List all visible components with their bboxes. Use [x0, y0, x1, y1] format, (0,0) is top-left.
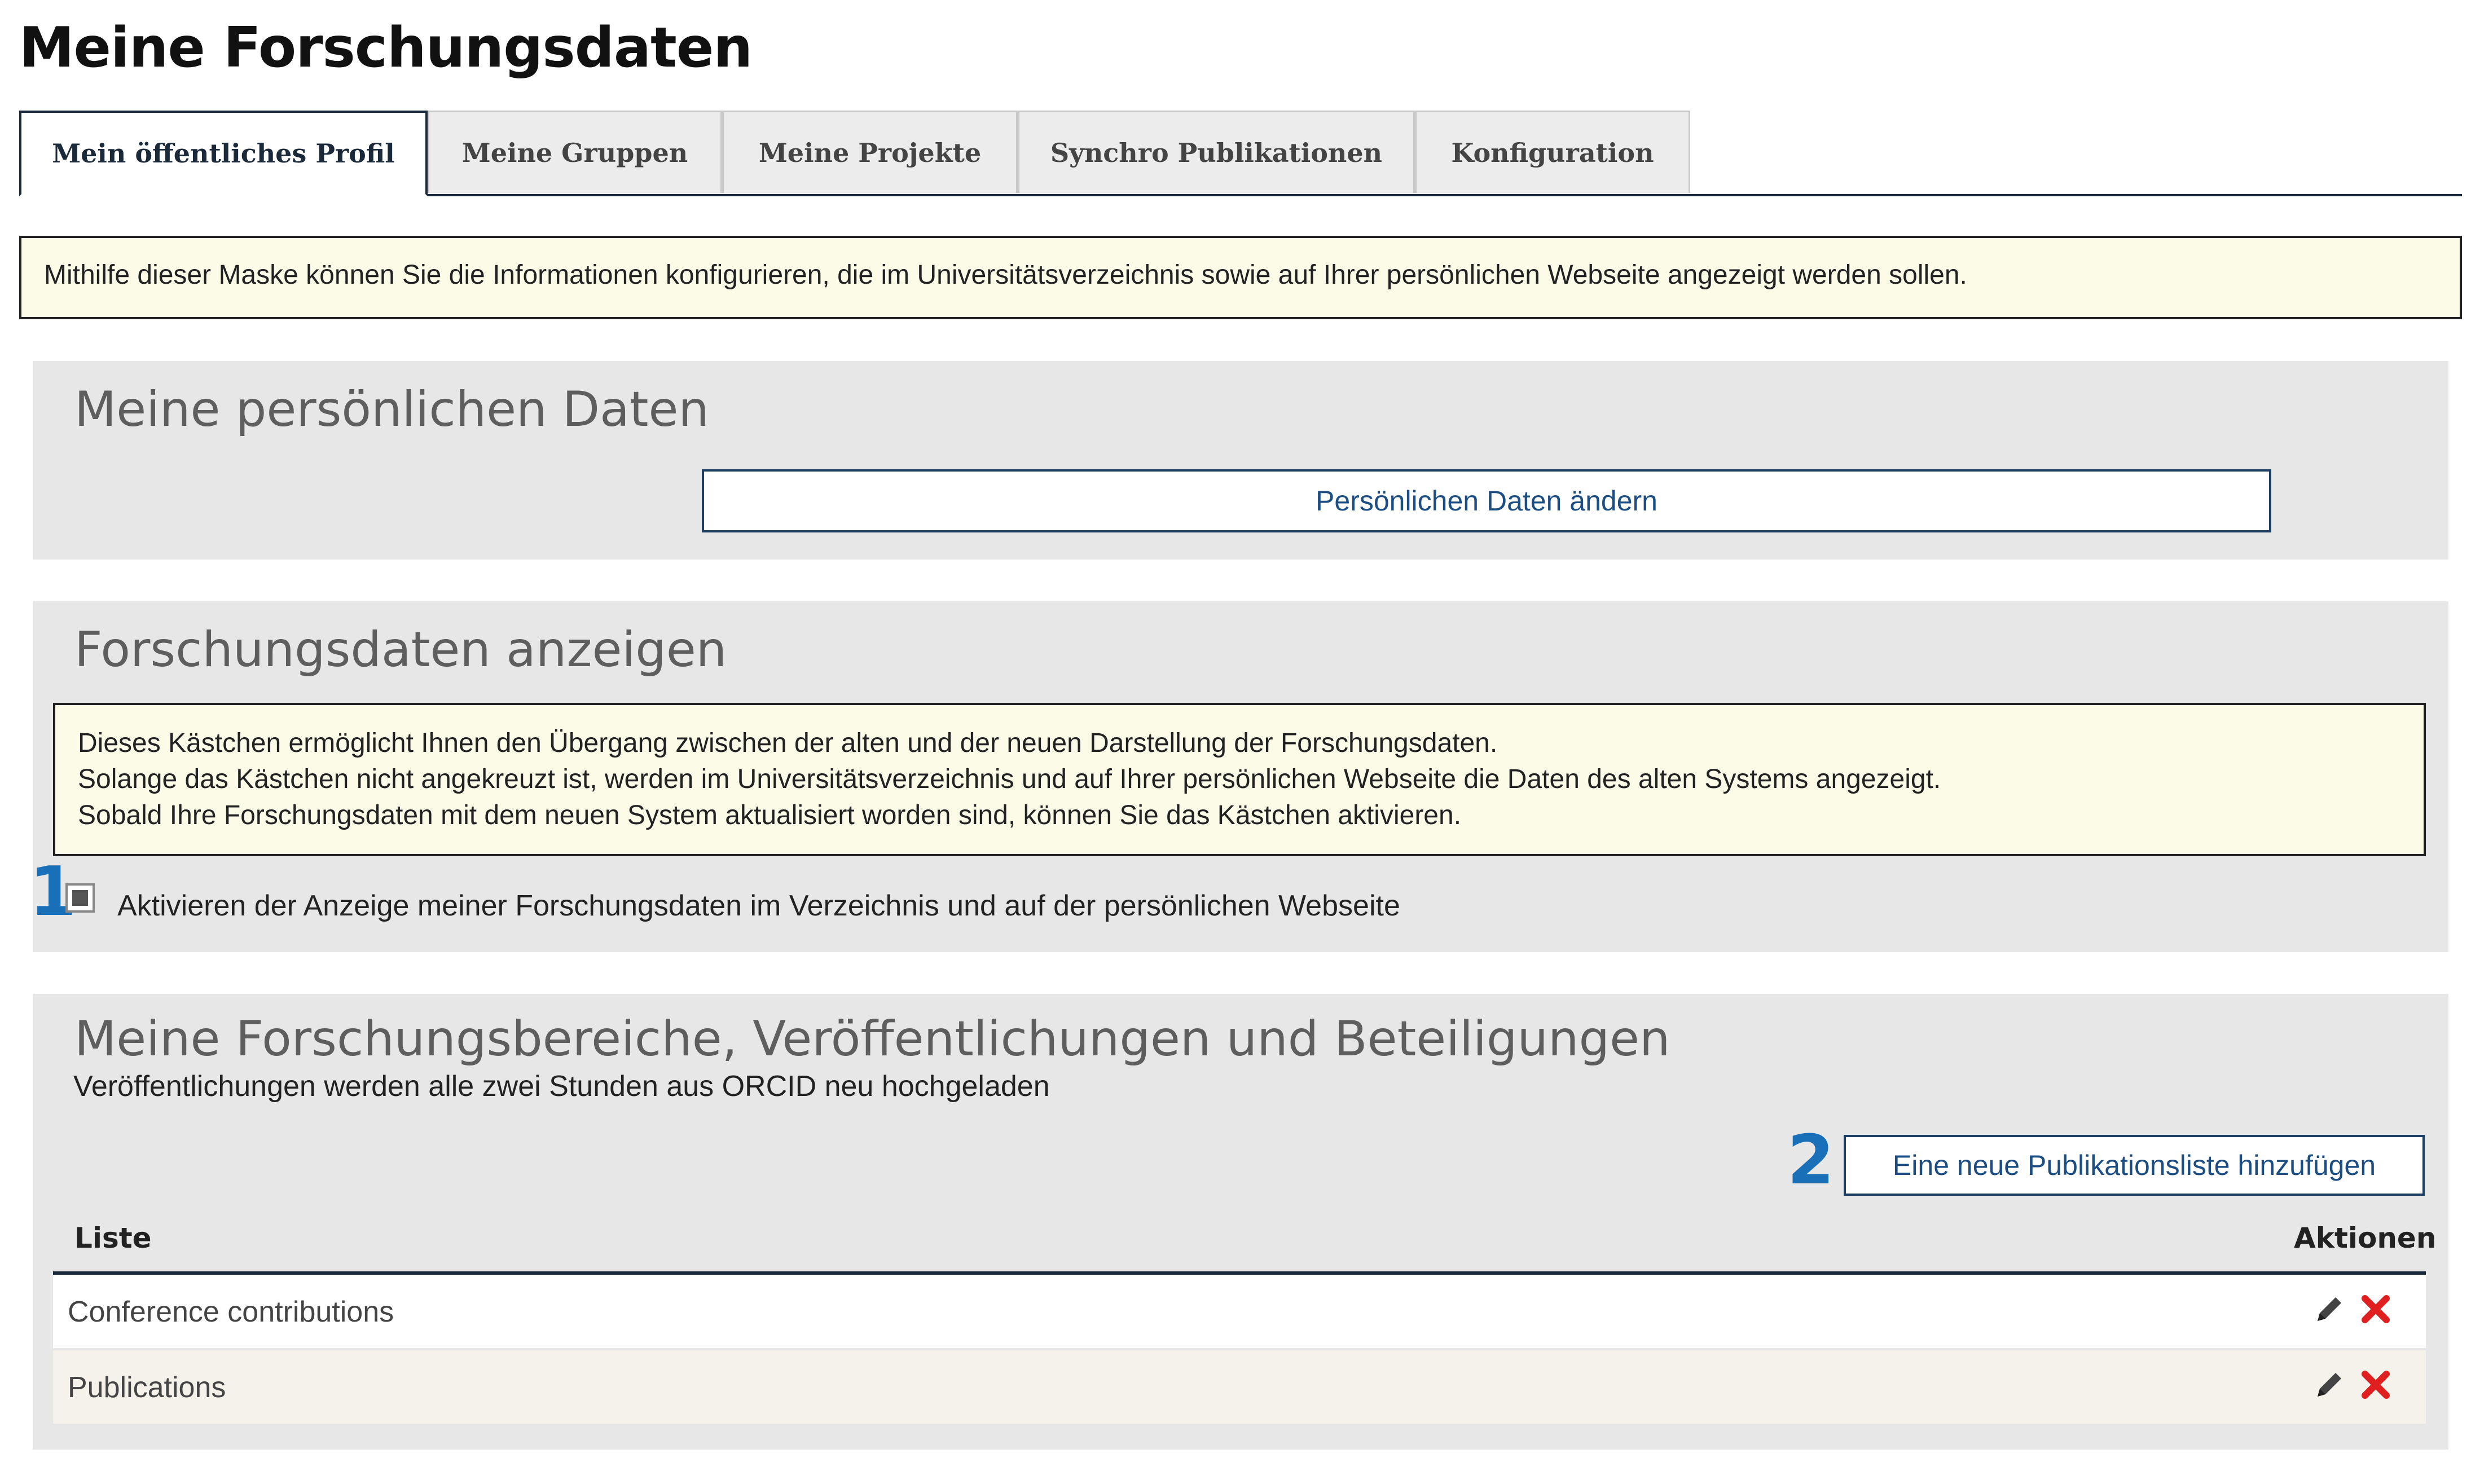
- info-line-3: Sobald Ihre Forschungsdaten mit dem neue…: [78, 800, 1462, 830]
- info-banner: Mithilfe dieser Maske können Sie die Inf…: [19, 236, 2462, 319]
- edit-personal-data-button[interactable]: Persönlichen Daten ändern: [702, 469, 2271, 532]
- tab-my-groups[interactable]: Meine Gruppen: [428, 111, 722, 193]
- tab-bar: Mein öffentliches Profil Meine Gruppen M…: [19, 111, 2462, 196]
- tab-synchro-publications[interactable]: Synchro Publikationen: [1018, 111, 1415, 193]
- areas-subtitle: Veröffentlichungen werden alle zwei Stun…: [73, 1070, 1050, 1103]
- tab-public-profile[interactable]: Mein öffentliches Profil: [19, 111, 428, 196]
- info-line-1: Dieses Kästchen ermöglicht Ihnen den Übe…: [78, 728, 1498, 758]
- tab-my-projects[interactable]: Meine Projekte: [722, 111, 1018, 193]
- research-display-title: Forschungsdaten anzeigen: [74, 622, 727, 678]
- info-line-2: Solange das Kästchen nicht angekreuzt is…: [78, 764, 1941, 794]
- page-title: Meine Forschungsdaten: [19, 16, 753, 80]
- pencil-icon[interactable]: [2310, 1289, 2349, 1329]
- activate-display-label: Aktivieren der Anzeige meiner Forschungs…: [117, 889, 1400, 922]
- pencil-icon[interactable]: [2310, 1365, 2349, 1404]
- row-label: Publications: [68, 1371, 226, 1404]
- table-row: Conference contributions: [53, 1275, 2426, 1348]
- delete-x-icon[interactable]: [2356, 1365, 2395, 1404]
- col-header-list: Liste: [74, 1222, 152, 1254]
- row-label: Conference contributions: [68, 1296, 394, 1328]
- col-header-actions: Aktionen: [2294, 1222, 2437, 1254]
- activate-display-checkbox[interactable]: [65, 883, 95, 913]
- areas-title: Meine Forschungsbereiche, Veröffentlichu…: [74, 1011, 1670, 1067]
- research-display-info: Dieses Kästchen ermöglicht Ihnen den Übe…: [53, 703, 2426, 856]
- personal-data-title: Meine persönlichen Daten: [74, 381, 709, 438]
- delete-x-icon[interactable]: [2356, 1289, 2395, 1329]
- table-row: Publications: [53, 1350, 2426, 1424]
- tab-configuration[interactable]: Konfiguration: [1415, 111, 1690, 193]
- step-marker-2: 2: [1787, 1121, 1835, 1200]
- add-publication-list-button[interactable]: Eine neue Publikationsliste hinzufügen: [1844, 1135, 2425, 1196]
